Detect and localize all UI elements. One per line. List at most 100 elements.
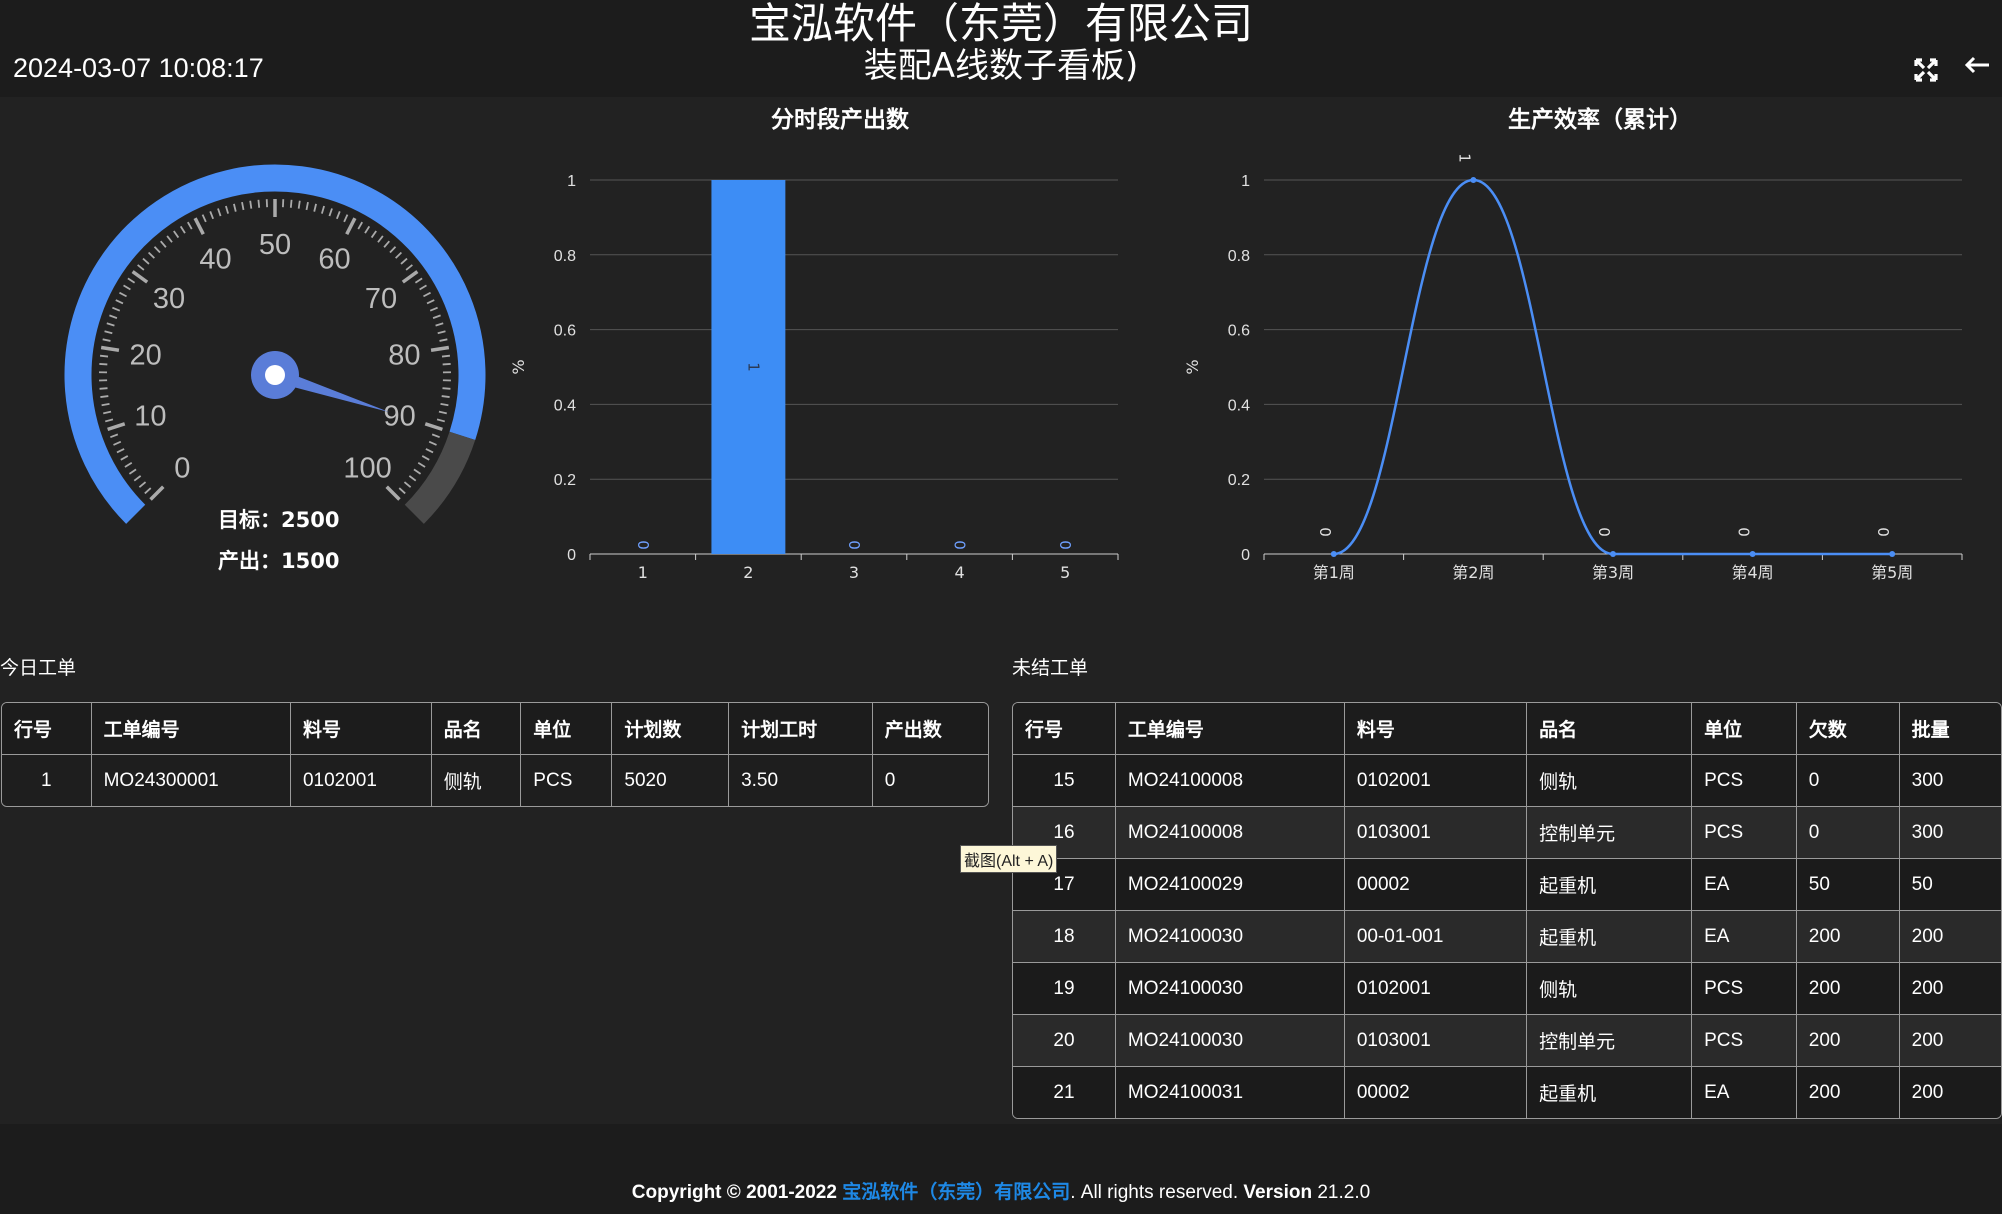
- gauge-minor-tick: [179, 225, 186, 234]
- gauge-minor-tick: [336, 211, 341, 220]
- table-cell: 200: [1796, 1015, 1900, 1067]
- table-cell: PCS: [521, 755, 613, 806]
- gauge-tick-label: 30: [153, 283, 185, 315]
- table-cell: 0: [1796, 755, 1900, 807]
- gauge-minor-tick: [428, 440, 437, 446]
- gauge-minor-tick: [343, 214, 349, 223]
- gauge-minor-tick: [100, 395, 109, 398]
- column-header: 单位: [521, 703, 613, 755]
- gauge-minor-tick: [99, 363, 108, 366]
- table-row[interactable]: 15 MO24100008 0102001 侧轨 PCS 0 300: [1013, 755, 2001, 807]
- footer-version: 21.2.0: [1317, 1182, 1371, 1203]
- table-cell: 侧轨: [431, 755, 522, 806]
- y-tick-label: 0.8: [554, 248, 576, 265]
- line-point: [1749, 551, 1756, 557]
- table-cell: MO24300001: [91, 755, 291, 806]
- back-arrow-icon[interactable]: [1962, 50, 1992, 80]
- gauge-minor-tick: [441, 354, 451, 358]
- gauge-tick-label: 60: [318, 243, 350, 275]
- gauge-minor-tick: [133, 475, 142, 482]
- table-row[interactable]: 21 MO24100031 00002 起重机 EA 200 200: [1013, 1067, 2001, 1118]
- gauge-minor-tick: [431, 433, 440, 439]
- table-cell: 3.50: [729, 755, 873, 806]
- line-data-label: 0: [1316, 527, 1334, 537]
- bar-data-label: 1: [744, 362, 762, 372]
- footer-copyright-prefix: Copyright © 2001-2022: [631, 1182, 837, 1203]
- gauge-minor-tick: [249, 200, 253, 209]
- footer-version-label: Version: [1243, 1182, 1313, 1203]
- y-tick-label: 0: [567, 547, 576, 564]
- gauge-minor-tick: [423, 291, 431, 298]
- gauge-tick-label: 0: [174, 453, 190, 485]
- table-cell: 5020: [612, 755, 730, 806]
- table-cell: EA: [1692, 911, 1797, 963]
- table-row[interactable]: 19 MO24100030 0102001 侧轨 PCS 200 200: [1013, 963, 2001, 1015]
- table-cell: 200: [1899, 963, 2001, 1015]
- gauge-minor-tick: [102, 338, 111, 342]
- company-title: 宝泓软件（东莞）有限公司: [748, 0, 1253, 48]
- gauge-major-tick: [100, 345, 120, 353]
- gauge-minor-tick: [321, 205, 325, 214]
- table-row[interactable]: 18 MO24100030 00-01-001 起重机 EA 200 200: [1013, 911, 2001, 963]
- gauge-minor-tick: [109, 314, 118, 319]
- bar-chart-title: 分时段产出数: [771, 107, 909, 133]
- gauge-minor-tick: [138, 481, 147, 488]
- gauge-minor-tick: [395, 251, 403, 259]
- gauge-minor-tick: [413, 468, 422, 475]
- gauge-minor-tick: [173, 230, 180, 239]
- gauge-minor-tick: [403, 481, 412, 488]
- table-cell: 19: [1013, 963, 1116, 1015]
- table-row[interactable]: 16 MO24100008 0103001 控制单元 PCS 0 300: [1013, 807, 2001, 859]
- x-tick-label: 3: [849, 563, 859, 582]
- gauge-tick-label: 20: [129, 340, 161, 372]
- gauge-minor-tick: [113, 440, 122, 446]
- gauge-minor-tick: [137, 264, 145, 271]
- y-tick-label: 1: [1241, 173, 1250, 190]
- table-cell: 300: [1899, 807, 2001, 859]
- gauge-tick-label: 50: [259, 229, 291, 261]
- gauge-minor-tick: [166, 235, 173, 243]
- table-cell: PCS: [1692, 807, 1797, 859]
- table-row[interactable]: 1 MO24300001 0102001 侧轨 PCS 5020 3.50 0: [2, 755, 988, 806]
- line-point: [1610, 551, 1616, 557]
- gauge-minor-tick: [414, 277, 423, 284]
- table-cell: 0: [872, 755, 988, 806]
- y-tick-label: 0.6: [1228, 323, 1250, 340]
- table-header-row: 行号 工单编号 料号 品名 单位 计划数 计划工时 产出数: [2, 703, 988, 755]
- gauge-major-tick: [345, 217, 357, 236]
- table-cell: 起重机: [1527, 911, 1693, 963]
- gauge-pointer-center: [265, 365, 285, 385]
- column-header: 批量: [1899, 703, 2001, 755]
- gauge-major-tick: [424, 422, 443, 432]
- line-chart-title: 生产效率（累计）: [1508, 107, 1692, 133]
- gauge-target-label: 目标：2500: [218, 508, 340, 532]
- line-point: [1889, 551, 1896, 557]
- x-tick-label: 第1周: [1313, 563, 1355, 582]
- table-row[interactable]: 20 MO24100030 0103001 控制单元 PCS 200 200: [1013, 1015, 2001, 1067]
- table-row[interactable]: 17 MO24100029 00002 起重机 EA 50 50: [1013, 859, 2001, 911]
- table-cell: MO24100008: [1115, 755, 1345, 807]
- gauge-minor-tick: [120, 455, 129, 461]
- gauge-major-tick: [131, 270, 149, 284]
- table-cell: 0: [1796, 807, 1900, 859]
- gauge-minor-tick: [437, 330, 446, 335]
- y-axis-label: %: [510, 359, 528, 374]
- line-data-label: 0: [1735, 527, 1753, 537]
- table-cell: MO24100029: [1115, 859, 1345, 911]
- footer-company-link[interactable]: 宝泓软件（东莞）有限公司: [842, 1182, 1070, 1203]
- table-cell: MO24100030: [1115, 911, 1345, 963]
- gauge-minor-tick: [209, 211, 214, 220]
- table-cell: PCS: [1692, 963, 1797, 1015]
- table-cell: 0102001: [1344, 755, 1528, 807]
- column-header: 料号: [290, 703, 432, 755]
- gauge-output-label: 产出：1500: [218, 549, 340, 573]
- column-header: 料号: [1344, 703, 1528, 755]
- datetime-display: 2024-03-07 10:08:17: [13, 53, 264, 83]
- table-cell: 00002: [1344, 1067, 1528, 1118]
- column-header: 品名: [431, 703, 522, 755]
- gauge-tick-label: 100: [343, 453, 391, 485]
- table-cell: 00002: [1344, 859, 1528, 911]
- table-cell: 300: [1899, 755, 2001, 807]
- fullscreen-icon[interactable]: [1914, 58, 1938, 82]
- line-point: [1330, 551, 1337, 557]
